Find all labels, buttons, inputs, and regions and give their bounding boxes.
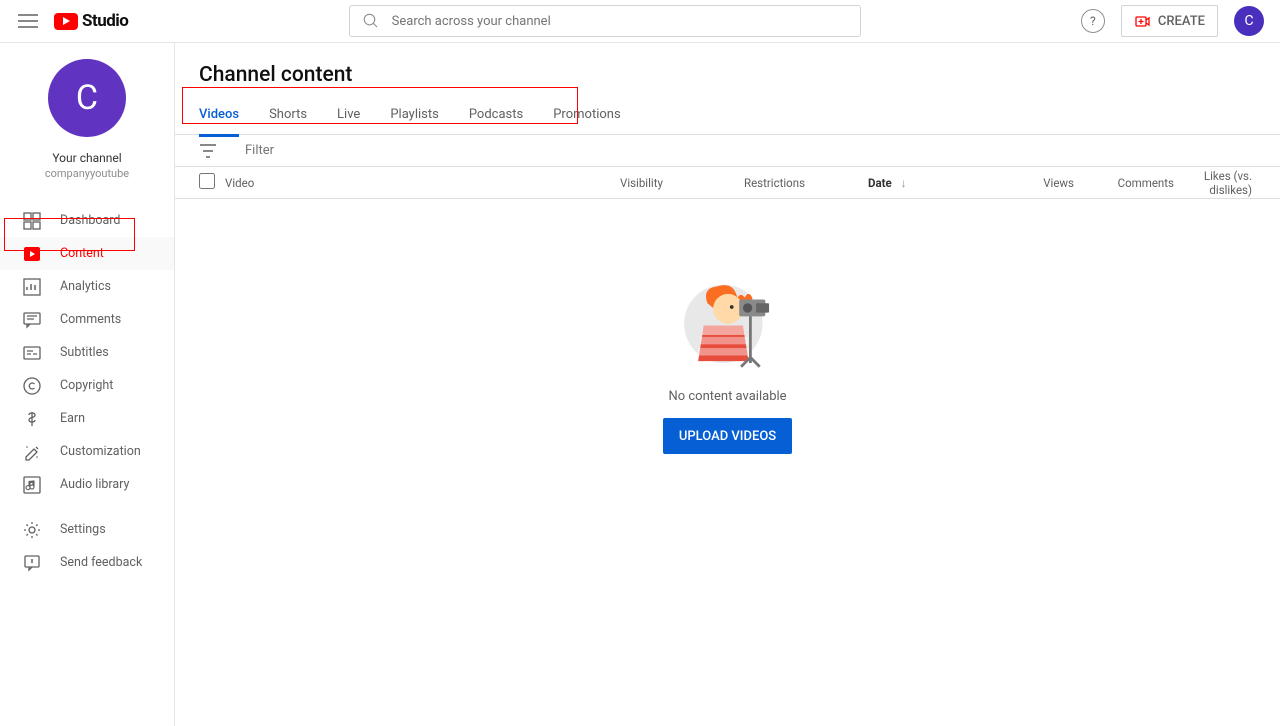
- create-label: CREATE: [1158, 14, 1205, 29]
- subtitles-icon: [22, 343, 42, 363]
- create-button[interactable]: CREATE: [1121, 5, 1218, 37]
- channel-profile: C Your channel companyyoutube: [0, 43, 174, 192]
- search-box[interactable]: [349, 5, 861, 37]
- comments-icon: [22, 310, 42, 330]
- empty-message: No content available: [668, 389, 786, 404]
- sort-desc-icon: ↓: [901, 176, 907, 190]
- tab-podcasts[interactable]: Podcasts: [469, 107, 523, 134]
- sidebar-item-subtitles[interactable]: Subtitles: [0, 336, 174, 369]
- your-channel-label: Your channel: [52, 151, 121, 165]
- sidebar-item-label: Content: [60, 246, 104, 261]
- sidebar: C Your channel companyyoutube Dashboard C…: [0, 43, 175, 726]
- sidebar-item-label: Audio library: [60, 477, 129, 492]
- app-header: Studio ? CREATE C: [0, 0, 1280, 43]
- page-title: Channel content: [175, 43, 1280, 87]
- account-avatar[interactable]: C: [1234, 6, 1264, 36]
- channel-handle: companyyoutube: [45, 167, 129, 180]
- sidebar-item-label: Send feedback: [60, 555, 142, 570]
- sidebar-item-label: Earn: [60, 411, 85, 426]
- sidebar-item-label: Analytics: [60, 279, 111, 294]
- sidebar-item-copyright[interactable]: Copyright: [0, 369, 174, 402]
- empty-state: No content available UPLOAD VIDEOS: [175, 269, 1280, 454]
- sidebar-item-send-feedback[interactable]: Send feedback: [0, 546, 174, 579]
- empty-illustration-icon: [672, 269, 784, 373]
- sidebar-item-label: Settings: [60, 522, 106, 537]
- select-all-checkbox[interactable]: [199, 173, 225, 192]
- tab-shorts[interactable]: Shorts: [269, 107, 307, 134]
- hamburger-menu-icon[interactable]: [16, 9, 40, 33]
- youtube-studio-logo[interactable]: Studio: [54, 11, 128, 31]
- sidebar-item-earn[interactable]: Earn: [0, 402, 174, 435]
- sidebar-item-label: Dashboard: [60, 213, 120, 228]
- filter-input[interactable]: [245, 143, 411, 158]
- earn-icon: [22, 409, 42, 429]
- send-feedback-icon: [22, 553, 42, 573]
- search-icon: [362, 12, 380, 30]
- sidebar-item-comments[interactable]: Comments: [0, 303, 174, 336]
- dashboard-icon: [22, 211, 42, 231]
- copyright-icon: [22, 376, 42, 396]
- content-tabs: Videos Shorts Live Playlists Podcasts Promoti…: [175, 87, 1280, 135]
- table-header: Video Visibility Restrictions Date ↓ Vie…: [175, 167, 1280, 199]
- upload-videos-button[interactable]: UPLOAD VIDEOS: [663, 418, 792, 454]
- help-icon[interactable]: ?: [1081, 9, 1105, 33]
- sidebar-item-audio-library[interactable]: Audio library: [0, 468, 174, 501]
- sidebar-item-content[interactable]: Content: [0, 237, 174, 270]
- filter-icon[interactable]: [199, 144, 217, 158]
- customization-icon: [22, 442, 42, 462]
- search-input[interactable]: [380, 14, 848, 29]
- tab-playlists[interactable]: Playlists: [390, 107, 438, 134]
- sidebar-item-label: Copyright: [60, 378, 113, 393]
- sidebar-item-settings[interactable]: Settings: [0, 513, 174, 546]
- column-views[interactable]: Views: [1014, 176, 1074, 190]
- sidebar-item-label: Customization: [60, 444, 141, 459]
- logo-text: Studio: [82, 11, 128, 31]
- sidebar-item-dashboard[interactable]: Dashboard: [0, 204, 174, 237]
- content-icon: [22, 244, 42, 264]
- sidebar-item-label: Subtitles: [60, 345, 109, 360]
- column-comments[interactable]: Comments: [1074, 176, 1174, 190]
- analytics-icon: [22, 277, 42, 297]
- main-content: Channel content Videos Shorts Live Playlist…: [175, 43, 1280, 726]
- column-date[interactable]: Date ↓: [868, 176, 1014, 190]
- column-video[interactable]: Video: [225, 176, 620, 190]
- create-icon: [1134, 13, 1150, 29]
- youtube-icon: [54, 13, 78, 30]
- tab-live[interactable]: Live: [337, 107, 360, 134]
- sidebar-item-label: Comments: [60, 312, 121, 327]
- tab-promotions[interactable]: Promotions: [553, 107, 620, 134]
- column-restrictions[interactable]: Restrictions: [744, 176, 868, 190]
- column-visibility[interactable]: Visibility: [620, 176, 744, 190]
- sidebar-item-analytics[interactable]: Analytics: [0, 270, 174, 303]
- audio-library-icon: [22, 475, 42, 495]
- tab-videos[interactable]: Videos: [199, 107, 239, 137]
- settings-icon: [22, 520, 42, 540]
- sidebar-item-customization[interactable]: Customization: [0, 435, 174, 468]
- channel-avatar[interactable]: C: [48, 59, 126, 137]
- column-likes[interactable]: Likes (vs. dislikes): [1174, 169, 1256, 197]
- filter-bar: [175, 135, 1280, 167]
